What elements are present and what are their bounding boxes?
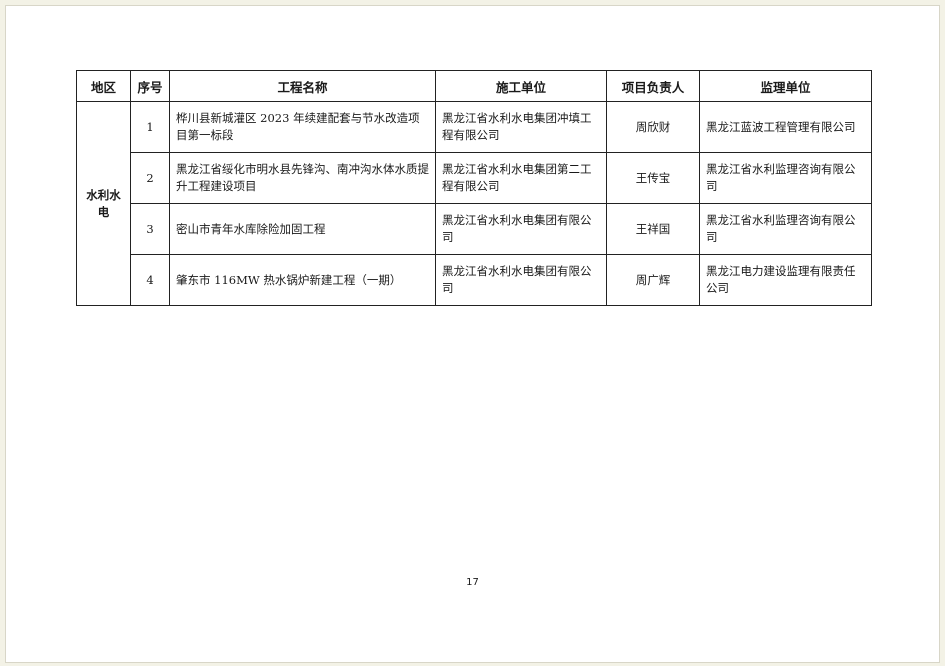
construction-unit-cell: 黑龙江省水利水电集团有限公司 — [435, 254, 607, 306]
supervision-unit-cell: 黑龙江省水利监理咨询有限公司 — [699, 152, 872, 204]
index-cell: 3 — [130, 203, 170, 255]
header-supervision-unit: 监理单位 — [699, 70, 872, 102]
project-name-cell: 密山市青年水库除险加固工程 — [169, 203, 436, 255]
table-row: 3 密山市青年水库除险加固工程 黑龙江省水利水电集团有限公司 王祥国 黑龙江省水… — [77, 203, 872, 255]
table-header-row: 地区 序号 工程名称 施工单位 项目负责人 监理单位 — [76, 70, 872, 102]
construction-unit-cell: 黑龙江省水利水电集团冲填工程有限公司 — [435, 101, 607, 153]
supervision-unit-cell: 黑龙江省水利监理咨询有限公司 — [699, 203, 872, 255]
project-table: 地区 序号 工程名称 施工单位 项目负责人 监理单位 水利水电 1 桦川县新城灌… — [76, 70, 872, 306]
document-page: 地区 序号 工程名称 施工单位 项目负责人 监理单位 水利水电 1 桦川县新城灌… — [5, 5, 940, 663]
construction-unit-cell: 黑龙江省水利水电集团有限公司 — [435, 203, 607, 255]
index-cell: 1 — [130, 101, 170, 153]
project-name-cell: 黑龙江省绥化市明水县先锋沟、南冲沟水体水质提升工程建设项目 — [169, 152, 436, 204]
table-row: 2 黑龙江省绥化市明水县先锋沟、南冲沟水体水质提升工程建设项目 黑龙江省水利水电… — [77, 152, 872, 204]
project-leader-cell: 王祥国 — [606, 203, 700, 255]
supervision-unit-cell: 黑龙江电力建设监理有限责任公司 — [699, 254, 872, 306]
header-project-leader: 项目负责人 — [606, 70, 700, 102]
project-leader-cell: 周广辉 — [606, 254, 700, 306]
region-cell: 水利水电 — [76, 101, 131, 306]
project-name-cell: 桦川县新城灌区 2023 年续建配套与节水改造项目第一标段 — [169, 101, 436, 153]
index-cell: 4 — [130, 254, 170, 306]
table-row: 水利水电 1 桦川县新城灌区 2023 年续建配套与节水改造项目第一标段 黑龙江… — [76, 101, 872, 306]
header-region: 地区 — [76, 70, 131, 102]
project-name-cell: 肇东市 116MW 热水锅炉新建工程（一期） — [169, 254, 436, 306]
supervision-unit-cell: 黑龙江蓝波工程管理有限公司 — [699, 101, 872, 153]
header-index: 序号 — [130, 70, 170, 102]
construction-unit-cell: 黑龙江省水利水电集团第二工程有限公司 — [435, 152, 607, 204]
index-cell: 2 — [130, 152, 170, 204]
header-project-name: 工程名称 — [169, 70, 436, 102]
project-leader-cell: 周欣财 — [606, 101, 700, 153]
header-construction-unit: 施工单位 — [435, 70, 607, 102]
table-row: 4 肇东市 116MW 热水锅炉新建工程（一期） 黑龙江省水利水电集团有限公司 … — [77, 254, 872, 306]
page-number: 17 — [466, 577, 479, 588]
project-leader-cell: 王传宝 — [606, 152, 700, 204]
